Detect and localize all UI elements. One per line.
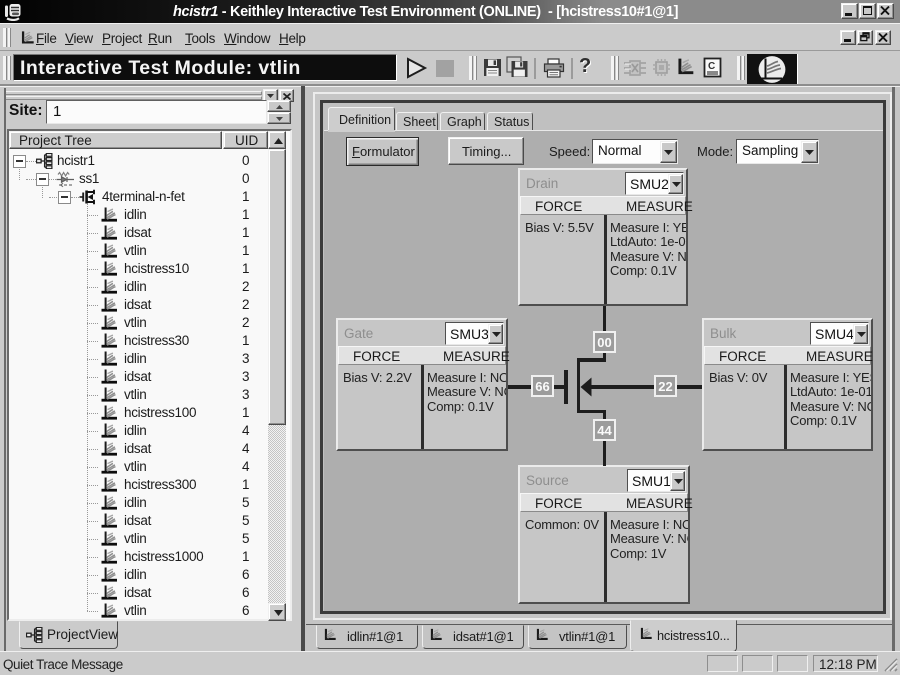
svg-text:C: C (708, 61, 715, 72)
